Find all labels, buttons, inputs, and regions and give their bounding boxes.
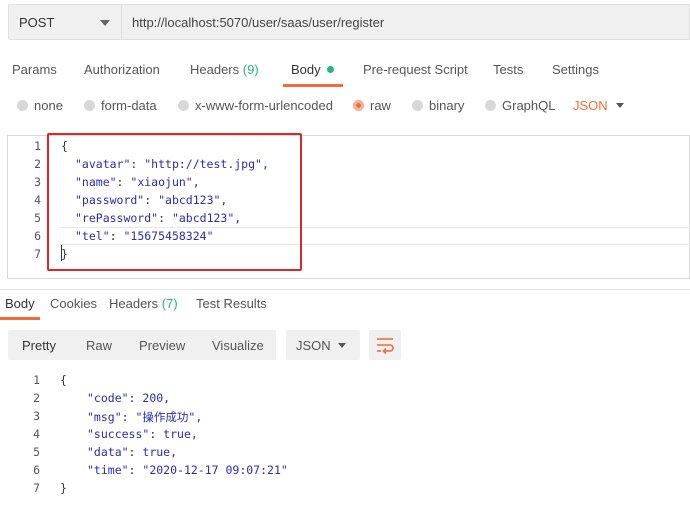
- radio-binary[interactable]: binary: [412, 98, 464, 113]
- line-number: 4: [33, 427, 40, 441]
- tab-body[interactable]: Body: [291, 62, 334, 77]
- view-visualize-button[interactable]: Visualize: [212, 338, 264, 353]
- chevron-down-icon[interactable]: [616, 103, 624, 108]
- line-number: 6: [33, 463, 40, 477]
- radio-icon: [412, 100, 423, 111]
- response-format-select[interactable]: JSON: [286, 330, 360, 360]
- code-line: "msg": "操作成功",: [87, 410, 203, 424]
- radio-icon: [178, 100, 189, 111]
- tab-pre-request-script[interactable]: Pre-request Script: [363, 62, 468, 77]
- line-number: 7: [33, 481, 40, 495]
- method-select[interactable]: POST: [8, 4, 122, 40]
- chevron-down-icon: [338, 343, 346, 348]
- headers-count: (9): [242, 62, 259, 77]
- tab-authorization[interactable]: Authorization: [84, 62, 160, 77]
- radio-graphql[interactable]: GraphQL: [485, 98, 555, 113]
- url-input[interactable]: http://localhost:5070/user/saas/user/reg…: [122, 4, 690, 40]
- active-response-tab-indicator: [0, 317, 40, 320]
- line-number: 1: [33, 373, 40, 387]
- code-line: {: [60, 373, 67, 387]
- code-line: }: [60, 481, 67, 495]
- highlight-annotation-box: [47, 133, 302, 271]
- status-dot-icon: [326, 66, 334, 73]
- tab-settings[interactable]: Settings: [552, 62, 599, 77]
- wrap-lines-icon: [377, 338, 394, 355]
- line-number: 6: [34, 229, 41, 243]
- radio-icon: [485, 100, 496, 111]
- line-number: 4: [34, 193, 41, 207]
- tab-tests[interactable]: Tests: [493, 62, 523, 77]
- tab-headers[interactable]: Headers (9): [190, 62, 259, 77]
- response-tab-body[interactable]: Body: [5, 296, 35, 311]
- line-number: 5: [33, 445, 40, 459]
- radio-icon: [17, 100, 28, 111]
- radio-icon: [353, 100, 364, 111]
- line-number: 2: [34, 157, 41, 171]
- line-number: 1: [34, 139, 41, 153]
- code-line: "time": "2020-12-17 09:07:21": [87, 463, 288, 477]
- view-preview-button[interactable]: Preview: [139, 338, 185, 353]
- section-divider: [0, 289, 690, 290]
- body-format-select[interactable]: JSON: [573, 98, 608, 113]
- response-tab-test-results[interactable]: Test Results: [196, 296, 267, 311]
- view-raw-button[interactable]: Raw: [86, 338, 112, 353]
- line-number: 3: [34, 175, 41, 189]
- code-line: "data": true,: [87, 445, 178, 459]
- radio-none[interactable]: none: [17, 98, 63, 113]
- response-headers-count: (7): [161, 296, 178, 311]
- code-line: "success": true,: [87, 427, 198, 441]
- wrap-lines-button[interactable]: [369, 330, 401, 360]
- response-tab-headers[interactable]: Headers (7): [109, 296, 178, 311]
- radio-icon: [84, 100, 95, 111]
- view-pretty-button[interactable]: Pretty: [22, 338, 56, 353]
- chevron-down-icon: [100, 20, 110, 26]
- code-line: "code": 200,: [87, 391, 171, 405]
- line-number: 3: [33, 409, 40, 423]
- line-number: 2: [33, 391, 40, 405]
- url-text: http://localhost:5070/user/saas/user/reg…: [132, 15, 385, 30]
- tab-params[interactable]: Params: [12, 62, 57, 77]
- radio-form-data[interactable]: form-data: [84, 98, 157, 113]
- radio-raw[interactable]: raw: [353, 98, 391, 113]
- active-tab-indicator: [283, 84, 343, 87]
- method-label: POST: [19, 15, 55, 30]
- line-number: 7: [34, 247, 41, 261]
- radio-x-www-form-urlencoded[interactable]: x-www-form-urlencoded: [178, 98, 333, 113]
- line-number: 5: [34, 211, 41, 225]
- response-tab-cookies[interactable]: Cookies: [50, 296, 97, 311]
